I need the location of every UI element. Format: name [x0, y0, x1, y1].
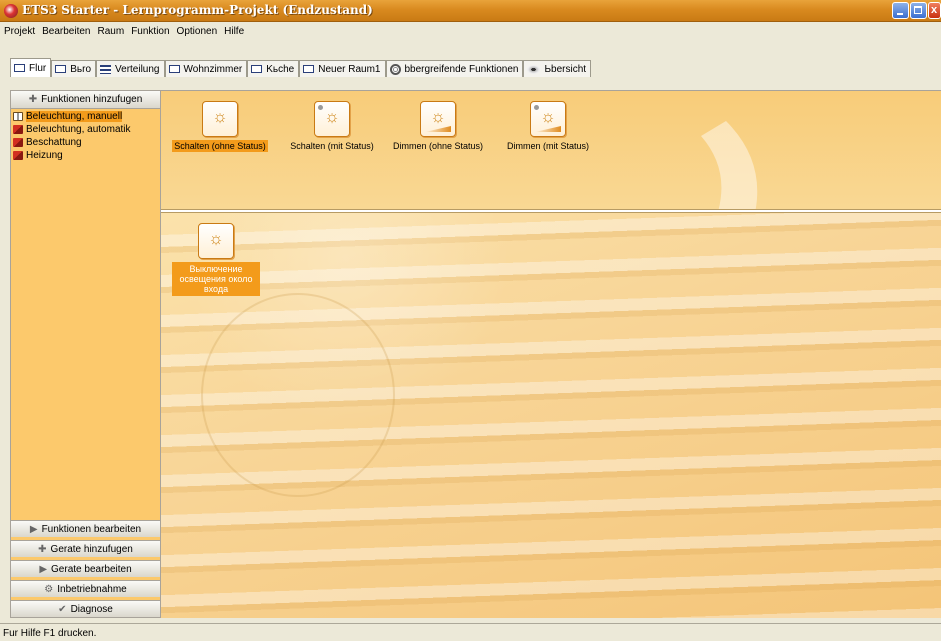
dim-light-status-icon: ☼ — [530, 101, 566, 137]
light-bulb-background — [201, 293, 395, 497]
tab-kueche[interactable]: Kьche — [247, 60, 300, 77]
book-icon — [13, 137, 23, 147]
tree-item-beschattung[interactable]: Beschattung — [13, 136, 159, 148]
tab-verteilung[interactable]: Verteilung — [96, 60, 165, 77]
tree-item-label: Heizung — [26, 149, 63, 161]
tab-label: Kьche — [266, 63, 295, 75]
status-bar: Fur Hilfe F1 drucken. — [0, 623, 941, 641]
minimize-icon — [897, 13, 903, 15]
inbetriebnahme-button[interactable]: ⚙ Inbetriebnahme — [11, 580, 160, 597]
diagnose-button[interactable]: ✔ Diagnose — [11, 600, 160, 617]
play-arrow-icon: ▶ — [39, 563, 48, 575]
button-label: Diagnose — [70, 603, 113, 615]
gerate-hinzufugen-button[interactable]: ✚ Gerate hinzufugen — [11, 540, 160, 557]
tab-wohnzimmer[interactable]: Wohnzimmer — [164, 60, 248, 77]
menu-funktion[interactable]: Funktion — [131, 26, 169, 37]
tab-label: Bьro — [70, 63, 92, 75]
sidebar: ✚ Funktionen hinzufugen Beleuchtung, man… — [10, 90, 161, 618]
tab-label: Verteilung — [115, 63, 160, 75]
status-text: Fur Hilfe F1 drucken. — [3, 628, 97, 639]
add-device-icon: ✚ — [38, 543, 47, 555]
tab-neuer-raum1[interactable]: Neuer Raum1 — [299, 60, 386, 77]
curved-arrow-graphic — [701, 121, 758, 210]
tab-flur[interactable]: Flur — [10, 58, 52, 77]
tab-bar-area: Flur Bьro Verteilung Wohnzimmer Kьche Ne… — [0, 40, 941, 84]
palette-item-dimmen-mit-status[interactable]: ☼ Dimmen (mit Status) — [493, 101, 603, 152]
switch-light-icon: ☼ — [198, 223, 234, 259]
app-icon — [4, 4, 18, 18]
menu-optionen[interactable]: Optionen — [177, 26, 218, 37]
add-function-icon: ✚ — [28, 94, 38, 105]
diagnose-icon: ✔ — [58, 603, 67, 615]
menu-raum[interactable]: Raum — [98, 26, 125, 37]
palette-item-label: Schalten (ohne Status) — [172, 140, 268, 152]
tab-label: Neuer Raum1 — [318, 63, 381, 75]
tab-buero[interactable]: Bьro — [51, 60, 97, 77]
button-label: Funktionen bearbeiten — [41, 523, 142, 535]
room-icon — [251, 65, 263, 73]
tree-item-label: Beleuchtung, manuell — [26, 110, 123, 122]
maximize-button[interactable] — [910, 2, 927, 19]
commissioning-icon: ⚙ — [44, 583, 54, 595]
maximize-icon — [914, 6, 922, 14]
palette-item-label: Dimmen (ohne Status) — [392, 141, 484, 151]
menu-bar: Projekt Bearbeiten Raum Funktion Optione… — [0, 22, 941, 40]
room-function-label: Выключение освещения около входа — [172, 262, 260, 296]
room-icon — [303, 65, 315, 73]
room-function-item[interactable]: ☼ Выключение освещения около входа — [161, 223, 271, 296]
switch-light-icon: ☼ — [202, 101, 238, 137]
close-icon: x — [931, 4, 938, 16]
palette-item-schalten-ohne-status[interactable]: ☼ Schalten (ohne Status) — [165, 101, 275, 152]
tab-uebersicht[interactable]: Ьbersicht — [523, 60, 592, 77]
palette-item-dimmen-ohne-status[interactable]: ☼ Dimmen (ohne Status) — [383, 101, 493, 152]
close-button[interactable]: x — [928, 2, 941, 19]
room-tabs: Flur Bьro Verteilung Wohnzimmer Kьche Ne… — [10, 58, 592, 77]
room-icon — [168, 65, 180, 73]
global-functions-icon — [389, 63, 401, 75]
tree-item-beleuchtung-automatik[interactable]: Beleuchtung, automatik — [13, 123, 159, 135]
palette-item-label: Dimmen (mit Status) — [506, 141, 589, 151]
dim-light-icon: ☼ — [420, 101, 456, 137]
funktionen-bearbeiten-button[interactable]: ▶ Funktionen bearbeiten — [11, 520, 160, 537]
palette-item-label: Schalten (mit Status) — [290, 141, 374, 151]
room-icon — [55, 65, 67, 73]
title-bar: ETS3 Starter - Lernprogramm-Projekt (End… — [0, 0, 941, 22]
room-icon — [14, 64, 25, 72]
play-arrow-icon: ▶ — [29, 523, 38, 535]
menu-projekt[interactable]: Projekt — [4, 26, 35, 37]
tree-item-heizung[interactable]: Heizung — [13, 149, 159, 161]
open-book-icon — [13, 111, 23, 121]
tab-label: Flur — [29, 62, 47, 74]
minimize-button[interactable] — [892, 2, 909, 19]
menu-bearbeiten[interactable]: Bearbeiten — [42, 26, 90, 37]
book-icon — [13, 150, 23, 160]
tab-label: Wohnzimmer — [183, 63, 243, 75]
switch-light-status-icon: ☼ — [314, 101, 350, 137]
overview-eye-icon — [527, 64, 541, 74]
function-palette: ☼ Schalten (ohne Status) ☼ Schalten (mit… — [161, 90, 941, 210]
tree-item-beleuchtung-manuell[interactable]: Beleuchtung, manuell — [13, 110, 159, 122]
button-label: Gerate hinzufugen — [50, 543, 133, 555]
room-function-area: ☼ Выключение освещения около входа — [161, 213, 941, 618]
menu-hilfe[interactable]: Hilfe — [224, 26, 244, 37]
book-icon — [13, 124, 23, 134]
button-label: Inbetriebnahme — [57, 583, 127, 595]
function-tree: Beleuchtung, manuell Beleuchtung, automa… — [13, 110, 159, 162]
tab-uebergreifende-funktionen[interactable]: bbergreifende Funktionen — [385, 60, 524, 77]
tree-item-label: Beleuchtung, automatik — [26, 123, 131, 135]
tree-item-label: Beschattung — [26, 136, 82, 148]
sidebar-header-label: Funktionen hinzufugen — [41, 94, 143, 105]
palette-item-schalten-mit-status[interactable]: ☼ Schalten (mit Status) — [277, 101, 387, 152]
tab-label: Ьbersicht — [544, 63, 587, 75]
window-title: ETS3 Starter - Lernprogramm-Projekt (End… — [22, 3, 373, 17]
button-label: Gerate bearbeiten — [51, 563, 132, 575]
distribution-icon — [100, 64, 112, 74]
sidebar-header-funktionen-hinzufugen[interactable]: ✚ Funktionen hinzufugen — [11, 91, 160, 109]
tab-label: bbergreifende Funktionen — [404, 63, 519, 75]
gerate-bearbeiten-button[interactable]: ▶ Gerate bearbeiten — [11, 560, 160, 577]
